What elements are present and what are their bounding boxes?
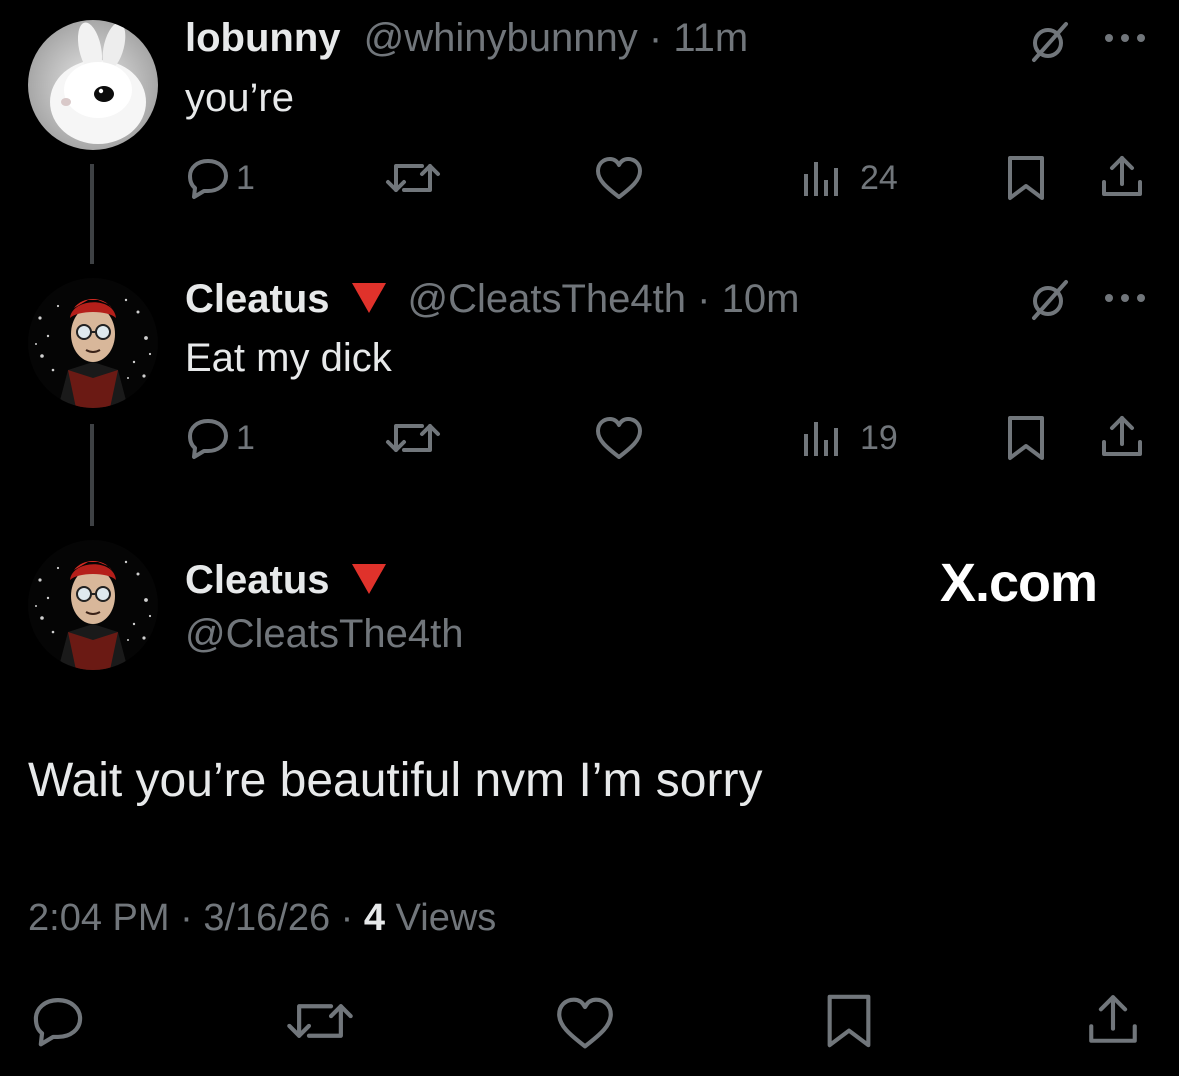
analytics-icon (800, 416, 844, 460)
views-count: 4 (363, 897, 386, 939)
share-icon (1084, 990, 1142, 1048)
timestamp[interactable]: 10m (722, 277, 800, 321)
avatar[interactable] (28, 20, 158, 150)
grok-icon[interactable] (1026, 18, 1074, 71)
red-triangle-icon (351, 564, 386, 595)
like-button[interactable] (594, 156, 644, 200)
heart-icon (594, 156, 644, 200)
main-tweet-text: Wait you’re beautiful nvm I’m sorry (28, 754, 763, 807)
bookmark-button[interactable] (822, 992, 876, 1050)
red-triangle-icon (351, 283, 386, 314)
bookmark-button[interactable] (1004, 154, 1048, 202)
share-button[interactable] (1098, 152, 1146, 200)
reply-button[interactable]: 1 (186, 416, 255, 460)
bookmark-icon (822, 992, 876, 1050)
user-handle[interactable]: @whinybunnny (364, 16, 638, 60)
avatar[interactable] (28, 278, 158, 408)
timestamp[interactable]: 11m (673, 16, 748, 60)
reply-icon (186, 156, 230, 200)
display-name[interactable]: lobunny (185, 16, 341, 60)
reply-icon (186, 416, 230, 460)
bookmark-icon (1004, 414, 1048, 462)
tweet-text: you’re (185, 76, 294, 120)
bookmark-icon (1004, 154, 1048, 202)
grok-icon[interactable] (1026, 276, 1074, 329)
views-button[interactable]: 24 (800, 156, 898, 200)
share-icon (1098, 412, 1146, 460)
reply-icon (30, 994, 86, 1048)
repost-button[interactable] (384, 156, 442, 200)
avatar[interactable] (28, 540, 158, 670)
xcom-watermark: X.com (940, 553, 1098, 613)
repost-icon (384, 416, 442, 460)
separator-dot: · (180, 897, 193, 939)
thread-line (90, 164, 94, 264)
separator-dot: · (340, 897, 354, 939)
heart-icon (554, 996, 616, 1050)
reply-button[interactable]: 1 (186, 156, 255, 200)
reply-button[interactable] (30, 994, 86, 1048)
main-tweet-handle-row: @CleatsThe4th (185, 610, 464, 658)
reply-count: 1 (236, 418, 255, 457)
bookmark-button[interactable] (1004, 414, 1048, 462)
heart-icon (594, 416, 644, 460)
share-button[interactable] (1098, 412, 1146, 460)
views-count: 19 (860, 418, 898, 457)
analytics-icon (800, 156, 844, 200)
display-name[interactable]: Cleatus (185, 277, 330, 321)
tweet-header: lobunny @whinybunnny · 11m (185, 14, 748, 62)
thread-line (90, 424, 94, 526)
views-label: Views (395, 897, 497, 939)
repost-button[interactable] (284, 994, 356, 1048)
user-handle[interactable]: @CleatsThe4th (408, 277, 687, 321)
post-date[interactable]: 3/16/26 (203, 897, 330, 939)
repost-icon (384, 156, 442, 200)
tweet-meta: 2:04 PM · 3/16/26 · 4 Views (28, 894, 496, 942)
reply-count: 1 (236, 158, 255, 197)
like-button[interactable] (594, 416, 644, 460)
like-button[interactable] (554, 996, 616, 1050)
user-handle[interactable]: @CleatsThe4th (185, 612, 464, 656)
post-time[interactable]: 2:04 PM (28, 897, 170, 939)
display-name[interactable]: Cleatus (185, 558, 330, 602)
share-button[interactable] (1084, 990, 1142, 1048)
repost-icon (284, 994, 356, 1048)
repost-button[interactable] (384, 416, 442, 460)
views-count: 24 (860, 158, 898, 197)
share-icon (1098, 152, 1146, 200)
more-options-icon[interactable] (1102, 290, 1148, 311)
more-options-icon[interactable] (1102, 30, 1148, 51)
main-tweet-name-row: Cleatus (185, 556, 408, 604)
tweet-text: Eat my dick (185, 336, 392, 380)
separator-dot: · (697, 277, 711, 321)
separator-dot: · (648, 16, 663, 60)
tweet-header: Cleatus @CleatsThe4th · 10m (185, 275, 799, 323)
views-button[interactable]: 19 (800, 416, 898, 460)
